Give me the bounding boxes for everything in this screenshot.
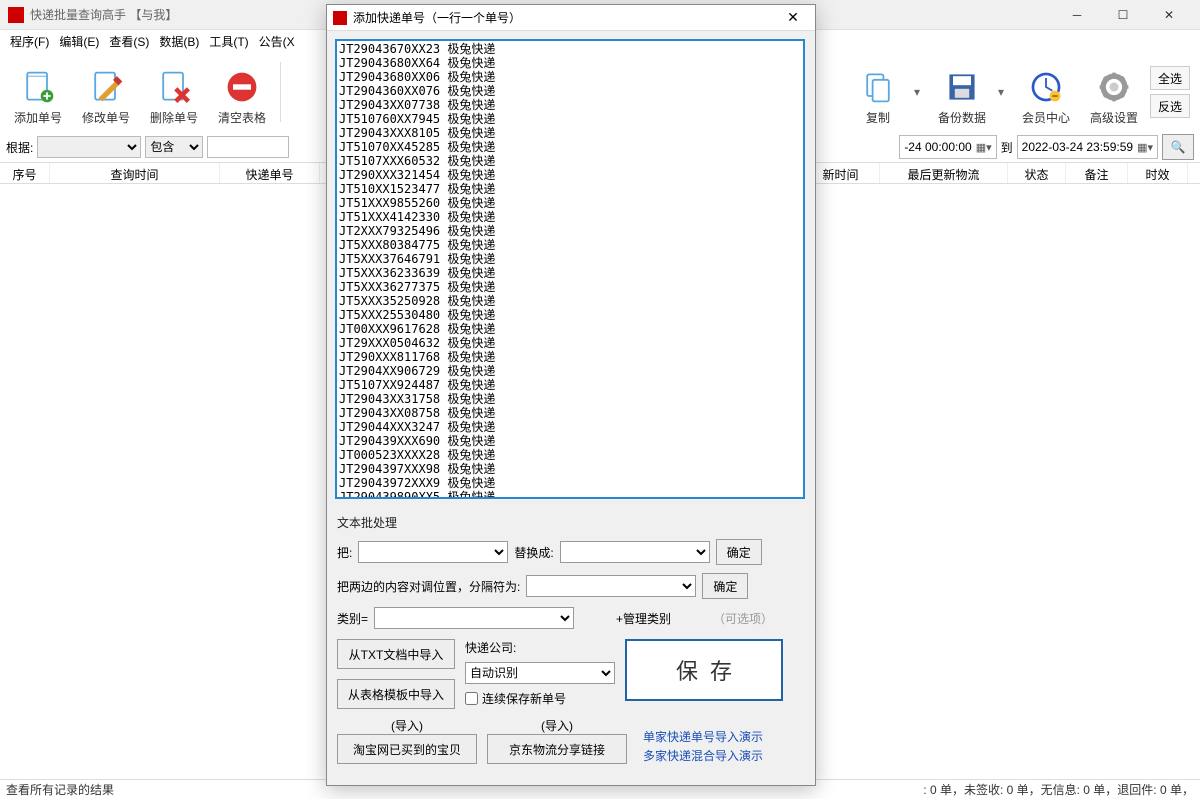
jd-header: (导入) bbox=[541, 717, 573, 734]
copy-icon bbox=[858, 67, 898, 107]
demo-single-link[interactable]: 单家快递单号导入演示 bbox=[643, 728, 763, 745]
optional-label: （可选项） bbox=[713, 610, 773, 627]
replace-from-input[interactable] bbox=[358, 541, 508, 563]
date-from-text: -24 00:00:00 bbox=[904, 140, 971, 154]
company-label: 快递公司: bbox=[465, 639, 615, 656]
menu-notice[interactable]: 公告(X bbox=[255, 31, 299, 52]
member-center-button[interactable]: 会员中心 bbox=[1014, 56, 1078, 128]
backup-button[interactable]: 备份数据 bbox=[930, 56, 994, 128]
taobao-header: (导入) bbox=[391, 717, 423, 734]
column-header[interactable]: 序号 bbox=[0, 163, 50, 183]
add-number-button[interactable]: 添加单号 bbox=[6, 56, 70, 128]
demo-multi-link[interactable]: 多家快递混合导入演示 bbox=[643, 747, 763, 764]
column-header[interactable]: 快递单号 bbox=[220, 163, 320, 183]
calendar-icon: ▦▾ bbox=[1137, 141, 1153, 154]
dialog-icon bbox=[333, 11, 347, 25]
text-processing-label: 文本批处理 bbox=[337, 514, 805, 531]
column-header[interactable]: 查询时间 bbox=[50, 163, 220, 183]
page-delete-icon bbox=[154, 67, 194, 107]
add-number-dialog: 添加快递单号（一行一个单号） ✕ JT29043670XX23 极兔快递 JT2… bbox=[326, 4, 816, 786]
calendar-icon: ▦▾ bbox=[976, 141, 992, 154]
category-label: 类别= bbox=[337, 610, 368, 627]
filter-field-select[interactable] bbox=[37, 136, 141, 158]
menu-view[interactable]: 查看(S) bbox=[105, 31, 153, 52]
replace-ok-button[interactable]: 确定 bbox=[716, 539, 762, 565]
date-from-input[interactable]: -24 00:00:00 ▦▾ bbox=[899, 135, 996, 159]
right-buttons: 全选 反选 bbox=[1150, 66, 1190, 118]
column-header[interactable]: 备注 bbox=[1066, 163, 1128, 183]
replace-from-label: 把: bbox=[337, 544, 352, 561]
date-to-text: 2022-03-24 23:59:59 bbox=[1022, 140, 1133, 154]
page-pencil-icon bbox=[86, 67, 126, 107]
column-header[interactable]: 时效 bbox=[1128, 163, 1188, 183]
filter-label: 根据: bbox=[6, 139, 33, 156]
jd-import-button[interactable]: 京东物流分享链接 bbox=[487, 734, 627, 764]
menu-edit[interactable]: 编辑(E) bbox=[55, 31, 103, 52]
keep-new-checkbox-input[interactable] bbox=[465, 692, 478, 705]
gear-icon bbox=[1094, 67, 1134, 107]
dialog-close-button[interactable]: ✕ bbox=[777, 9, 809, 26]
status-left: 查看所有记录的结果 bbox=[6, 781, 114, 798]
column-header[interactable]: 状态 bbox=[1008, 163, 1066, 183]
date-to-input[interactable]: 2022-03-24 23:59:59 ▦▾ bbox=[1017, 135, 1158, 159]
search-button[interactable]: 🔍 bbox=[1162, 134, 1194, 160]
dialog-title: 添加快递单号（一行一个单号） bbox=[353, 9, 777, 26]
minimize-button[interactable]: ─ bbox=[1054, 0, 1100, 30]
import-table-button[interactable]: 从表格模板中导入 bbox=[337, 679, 455, 709]
status-right: : 0 单，未签收: 0 单，无信息: 0 单，退回件: 0 单， bbox=[923, 781, 1194, 798]
maximize-button[interactable]: ☐ bbox=[1100, 0, 1146, 30]
dropdown-arrow-icon[interactable]: ▾ bbox=[998, 85, 1010, 99]
save-button[interactable]: 保存 bbox=[625, 639, 783, 701]
separator-input[interactable] bbox=[526, 575, 696, 597]
clock-icon bbox=[1026, 67, 1066, 107]
app-icon bbox=[8, 7, 24, 23]
swap-ok-button[interactable]: 确定 bbox=[702, 573, 748, 599]
menu-data[interactable]: 数据(B) bbox=[155, 31, 203, 52]
advanced-settings-button[interactable]: 高级设置 bbox=[1082, 56, 1146, 128]
replace-to-label: 替换成: bbox=[514, 544, 553, 561]
invert-select-button[interactable]: 反选 bbox=[1150, 94, 1190, 118]
taobao-import-button[interactable]: 淘宝网已买到的宝贝 bbox=[337, 734, 477, 764]
dialog-titlebar: 添加快递单号（一行一个单号） ✕ bbox=[327, 5, 815, 31]
close-button[interactable]: ✕ bbox=[1146, 0, 1192, 30]
edit-number-button[interactable]: 修改单号 bbox=[74, 56, 138, 128]
manage-category-link[interactable]: +管理类别 bbox=[616, 610, 671, 627]
search-icon: 🔍 bbox=[1171, 140, 1186, 154]
menu-tools[interactable]: 工具(T) bbox=[205, 31, 252, 52]
tracking-numbers-textarea[interactable]: JT29043670XX23 极兔快递 JT29043680XX64 极兔快递 … bbox=[335, 39, 805, 499]
select-all-button[interactable]: 全选 bbox=[1150, 66, 1190, 90]
column-header[interactable]: 最后更新物流 bbox=[880, 163, 1008, 183]
replace-to-input[interactable] bbox=[560, 541, 710, 563]
copy-button[interactable]: 复制 bbox=[846, 56, 910, 128]
to-label: 到 bbox=[1001, 139, 1013, 156]
window-controls: ─ ☐ ✕ bbox=[1054, 0, 1192, 30]
menu-program[interactable]: 程序(F) bbox=[6, 31, 53, 52]
keep-new-checkbox[interactable]: 连续保存新单号 bbox=[465, 690, 615, 707]
floppy-icon bbox=[942, 67, 982, 107]
separator bbox=[280, 62, 281, 122]
import-txt-button[interactable]: 从TXT文档中导入 bbox=[337, 639, 455, 669]
swap-label: 把两边的内容对调位置，分隔符为: bbox=[337, 578, 520, 595]
clear-icon bbox=[222, 67, 262, 107]
company-select[interactable]: 自动识别 bbox=[465, 662, 615, 684]
clear-table-button[interactable]: 清空表格 bbox=[210, 56, 274, 128]
filter-value-input[interactable] bbox=[207, 136, 289, 158]
filter-op-select[interactable]: 包含 bbox=[145, 136, 203, 158]
category-select[interactable] bbox=[374, 607, 574, 629]
page-plus-icon bbox=[18, 67, 58, 107]
dropdown-arrow-icon[interactable]: ▾ bbox=[914, 85, 926, 99]
delete-number-button[interactable]: 删除单号 bbox=[142, 56, 206, 128]
